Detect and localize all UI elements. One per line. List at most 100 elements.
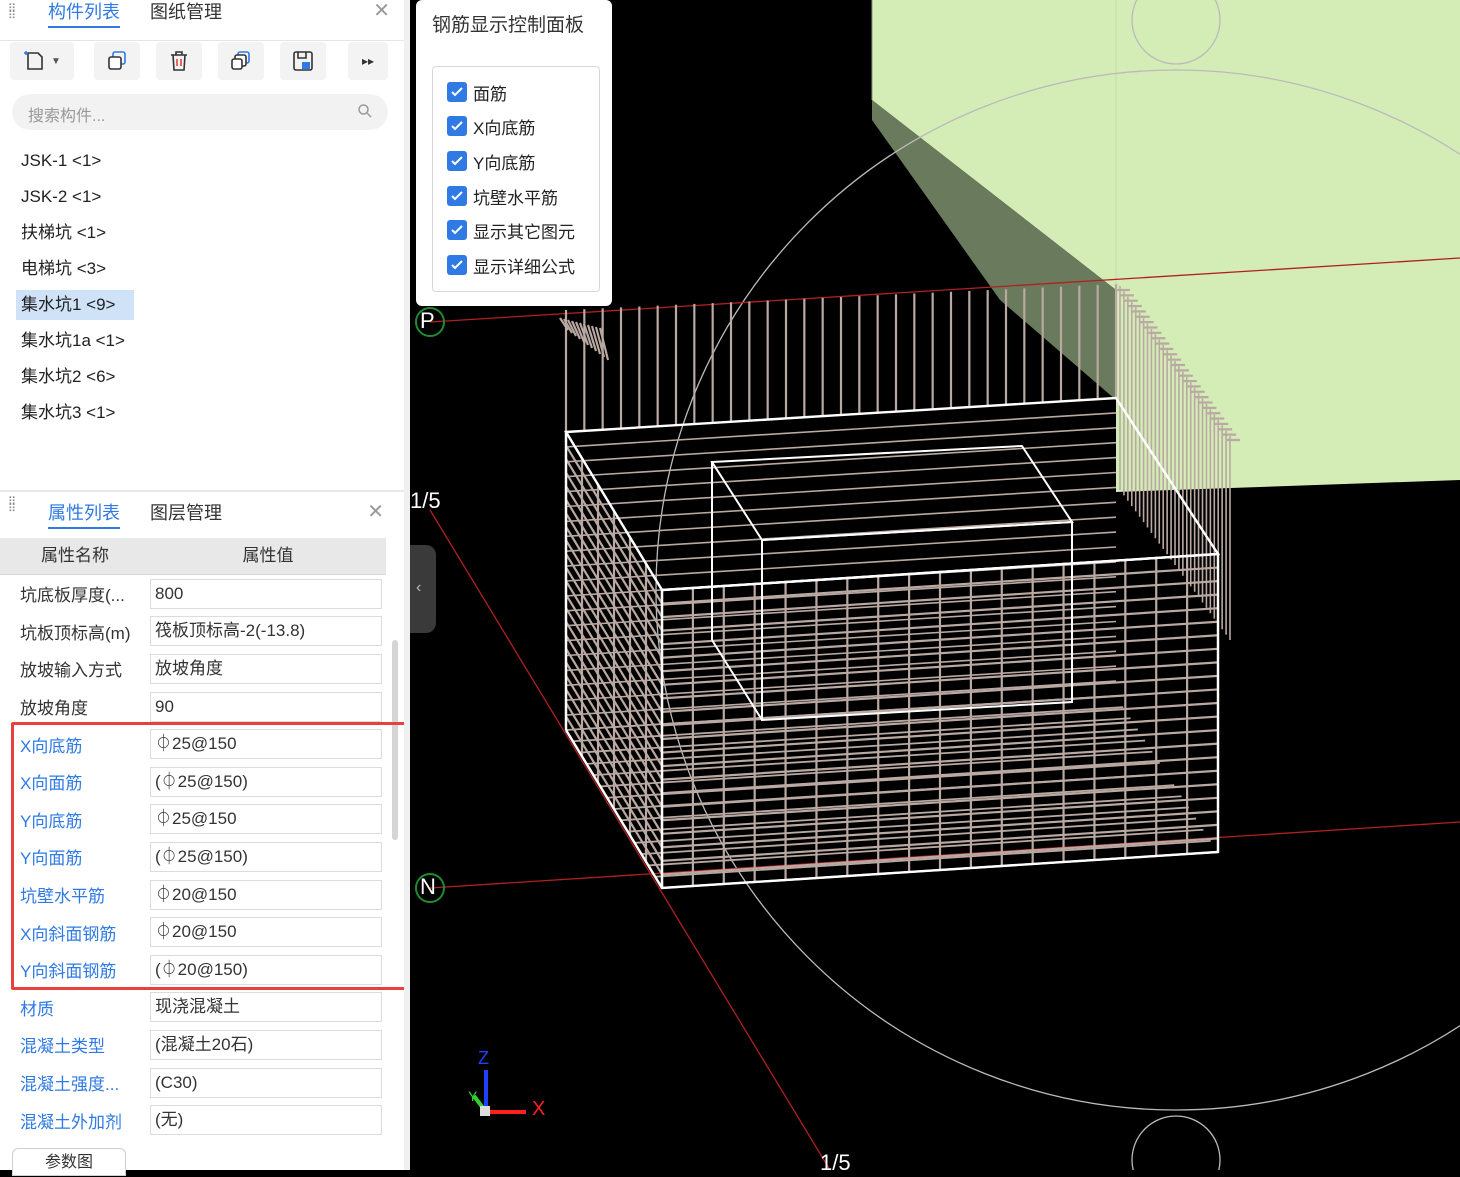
table-header: 属性名称 属性值 (0, 538, 386, 575)
grid-label-n: N (420, 874, 436, 899)
close-icon[interactable]: ✕ (367, 501, 384, 523)
save-template-button[interactable] (280, 42, 326, 80)
component-list: JSK-1 <1> JSK-2 <1> 扶梯坑 <1> 电梯坑 <3> 集水坑1… (16, 146, 396, 434)
list-item[interactable]: 集水坑1a <1> (16, 326, 143, 356)
checkbox-top-bar[interactable]: 面筋 (447, 81, 507, 104)
search-input[interactable]: 搜索构件... (12, 94, 388, 130)
table-row: 混凝土强度... (C30) (0, 1064, 386, 1102)
property-value-field[interactable]: 放坡角度 (150, 653, 382, 684)
checkbox-label: 坑壁水平筋 (473, 188, 558, 208)
column-header-value: 属性值 (242, 546, 294, 565)
check-icon (447, 220, 467, 240)
collapse-handle[interactable]: ‹ (410, 545, 436, 633)
property-name: 混凝土强度... (20, 1075, 120, 1095)
rebar-line (565, 516, 1117, 552)
tab-property-list[interactable]: 属性列表 (48, 501, 120, 529)
checkbox-show-detailed-formula[interactable]: 显示详细公式 (447, 254, 575, 277)
parameter-diagram-button[interactable]: 参数图 (12, 1148, 126, 1176)
chevron-left-icon: ‹ (416, 579, 422, 596)
new-component-button[interactable]: ▼ (10, 42, 74, 80)
property-name: 混凝土外加剂 (20, 1112, 122, 1132)
list-item[interactable]: 集水坑3 <1> (16, 398, 134, 428)
check-icon (447, 255, 467, 275)
list-item-selected[interactable]: 集水坑1 <9> (16, 290, 134, 320)
check-icon (447, 186, 467, 206)
checkbox-wall-horizontal-bar[interactable]: 坑壁水平筋 (447, 185, 558, 208)
table-row: 放坡输入方式 放坡角度 (0, 650, 386, 688)
component-panel-header: ⠿ ⠿ 构件列表 图纸管理 ✕ (0, 0, 410, 41)
table-row: 放坡角度 90 (0, 688, 386, 726)
axis-triad (472, 1070, 526, 1116)
property-value-field[interactable]: 800 (150, 578, 382, 609)
checkbox-label: 显示其它图元 (473, 222, 575, 242)
table-row: 混凝土类型 (混凝土20石) (0, 1026, 386, 1064)
check-icon (447, 82, 467, 102)
check-icon (447, 116, 467, 136)
property-value-field[interactable]: 筏板顶标高-2(-13.8) (150, 616, 382, 647)
layers-copy-icon (231, 51, 250, 70)
rebar-line (565, 471, 1117, 508)
new-file-icon (24, 51, 43, 70)
copy-icon (108, 51, 126, 70)
axis-y-label: Y (468, 1088, 478, 1104)
tab-component-list[interactable]: 构件列表 (48, 0, 120, 28)
list-item[interactable]: 电梯坑 <3> (16, 254, 124, 284)
checkbox-y-bottom-bar[interactable]: Y向底筋 (447, 150, 536, 173)
property-name: 材质 (20, 999, 54, 1019)
rebar-line (565, 427, 1117, 463)
property-panel-header: ⠿ ⠿ 属性列表 图层管理 ✕ (0, 493, 404, 533)
copy-button[interactable] (94, 42, 140, 80)
table-row: 坑底板厚度(... 800 (0, 575, 386, 613)
property-value-field[interactable]: 90 (150, 691, 382, 722)
left-panel: ⠿ ⠿ 构件列表 图纸管理 ✕ ▼ ▸▸ 搜索构件... JSK-1 <1> JS… (0, 0, 410, 1176)
check-icon (447, 151, 467, 171)
checkbox-label: X向底筋 (473, 118, 536, 138)
tab-drawing-management[interactable]: 图纸管理 (150, 0, 222, 26)
property-name: 坑板顶标高(m) (20, 623, 131, 643)
rebar-line (565, 441, 1117, 478)
grid-label-fraction-bottom: 1/5 (820, 1150, 851, 1175)
more-button[interactable]: ▸▸ (348, 42, 388, 80)
property-value-field[interactable]: 现浇混凝土 (150, 992, 382, 1023)
duplicate-button[interactable] (218, 42, 264, 80)
property-value-field[interactable]: (混凝土20石) (150, 1029, 382, 1060)
rebar-line (565, 412, 1117, 448)
property-name: 放坡输入方式 (20, 661, 122, 681)
list-item[interactable]: 扶梯坑 <1> (16, 218, 124, 248)
double-arrow-icon: ▸▸ (361, 54, 375, 68)
axis-x-label: X (532, 1098, 546, 1120)
checkbox-show-other-elements[interactable]: 显示其它图元 (447, 219, 575, 242)
grid-label-fraction: 1/5 (410, 488, 441, 513)
list-item[interactable]: JSK-2 <1> (16, 182, 119, 212)
property-name: 放坡角度 (20, 699, 88, 719)
drag-grip-icon[interactable]: ⠿ ⠿ (8, 4, 18, 32)
checkbox-label: Y向底筋 (473, 153, 536, 173)
checkbox-label: 显示详细公式 (473, 257, 575, 277)
trash-icon (171, 51, 187, 71)
property-value-field[interactable]: (C30) (150, 1067, 382, 1098)
green-slab-face (872, 0, 1460, 492)
rebar-line (565, 501, 1117, 538)
checkbox-x-bottom-bar[interactable]: X向底筋 (447, 115, 536, 138)
table-row: 坑板顶标高(m) 筏板顶标高-2(-13.8) (0, 613, 386, 651)
control-panel-title: 钢筋显示控制面板 (432, 15, 585, 36)
panel-divider[interactable] (0, 490, 404, 492)
checkbox-label: 面筋 (473, 84, 507, 104)
search-icon[interactable] (356, 102, 374, 120)
lock-icon[interactable]: ⠿ ⠿ (8, 497, 18, 525)
highlight-box (11, 722, 407, 990)
component-toolbar: ▼ ▸▸ (10, 42, 390, 82)
close-icon[interactable]: ✕ (373, 0, 390, 22)
options-box: 面筋 X向底筋 Y向底筋 坑壁水平筋 显示其它图元 显示详细公式 (432, 66, 600, 292)
delete-button[interactable] (156, 42, 202, 80)
list-item[interactable]: 集水坑2 <6> (16, 362, 134, 392)
table-row: 混凝土外加剂 (无) (0, 1101, 386, 1139)
rebar-line (565, 531, 1117, 567)
chevron-down-icon[interactable]: ▼ (51, 56, 61, 67)
property-value-field[interactable]: (无) (150, 1105, 382, 1136)
list-item[interactable]: JSK-1 <1> (16, 146, 119, 176)
save-icon (293, 51, 313, 71)
search-placeholder: 搜索构件... (28, 108, 106, 125)
grid-label-p: P (420, 308, 435, 333)
tab-layer-management[interactable]: 图层管理 (150, 501, 222, 527)
